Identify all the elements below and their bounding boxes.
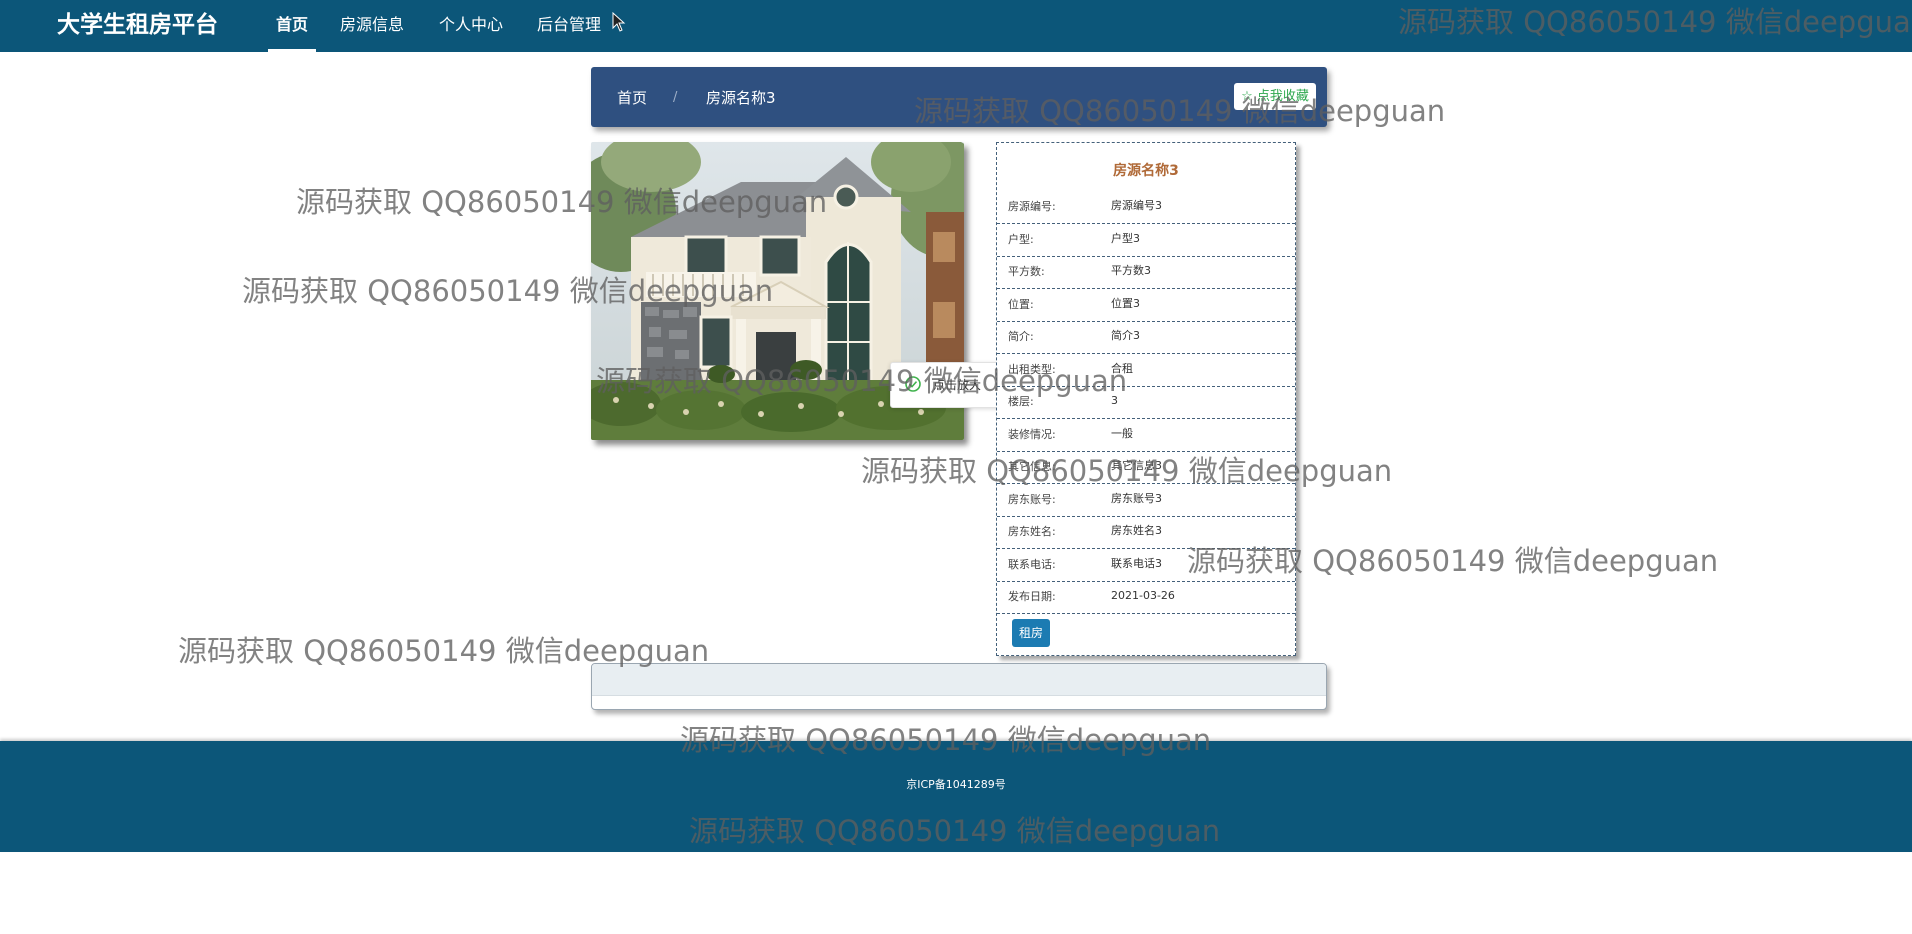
nav-listings[interactable]: 房源信息 [340,14,404,36]
detail-value: 位置3 [1111,297,1140,310]
page-footer: 京ICP备1041289号 [0,741,1912,852]
detail-value: 房源编号3 [1111,199,1162,212]
detail-value: 一般 [1111,427,1133,440]
detail-label: 户型: [1008,233,1034,246]
nav-profile[interactable]: 个人中心 [439,14,503,36]
detail-label: 其它信息: [1008,460,1056,473]
detail-row: 联系电话: 联系电话3 [997,549,1295,582]
property-detail-card: 房源名称3 房源编号: 房源编号3 户型: 户型3 平方数: 平方数3 位置: … [996,142,1296,656]
detail-label: 出租类型: [1008,363,1056,376]
detail-label: 楼层: [1008,395,1034,408]
property-title: 房源名称3 [1113,163,1179,179]
nav-home[interactable]: 首页 [276,14,308,36]
footer-icp: 京ICP备1041289号 [906,778,1006,791]
detail-value: 其它信息3 [1111,459,1162,472]
detail-value: 3 [1111,394,1118,407]
detail-value: 2021-03-26 [1111,589,1175,602]
success-check-icon [905,376,921,392]
detail-value: 房东账号3 [1111,492,1162,505]
detail-label: 联系电话: [1008,558,1056,571]
detail-row: 简介: 简介3 [997,321,1295,354]
mouse-cursor-icon [612,12,626,32]
detail-row: 发布日期: 2021-03-26 [997,581,1295,614]
detail-label: 平方数: [1008,265,1045,278]
breadcrumb-separator: / [673,90,678,105]
detail-label: 简介: [1008,330,1034,343]
detail-row: 房东姓名: 房东姓名3 [997,516,1295,549]
top-navbar: 大学生租房平台 首页 房源信息 个人中心 后台管理 [0,0,1912,52]
comment-panel [591,663,1327,710]
detail-value: 简介3 [1111,329,1140,342]
favorite-button[interactable]: ☆ 点我收藏 [1234,83,1316,110]
detail-row: 平方数: 平方数3 [997,256,1295,289]
comment-panel-header [592,664,1326,696]
detail-row: 位置: 位置3 [997,289,1295,322]
detail-label: 位置: [1008,298,1034,311]
detail-label: 装修情况: [1008,428,1056,441]
detail-value: 平方数3 [1111,264,1151,277]
detail-label: 发布日期: [1008,590,1056,603]
breadcrumb-current: 房源名称3 [706,89,776,107]
detail-row: 出租类型: 合租 [997,354,1295,387]
detail-row: 其它信息: 其它信息3 [997,451,1295,484]
tooltip-text: 点击放大 [933,378,982,392]
nav-active-indicator [268,49,316,52]
detail-row: 房东账号: 房东账号3 [997,484,1295,517]
nav-admin[interactable]: 后台管理 [537,14,601,36]
detail-row: 房源编号: 房源编号3 [997,191,1295,224]
detail-row: 装修情况: 一般 [997,419,1295,452]
detail-label: 房东姓名: [1008,525,1056,538]
breadcrumb-home[interactable]: 首页 [617,89,647,107]
detail-value: 联系电话3 [1111,557,1162,570]
rent-button[interactable]: 租房 [1012,619,1050,647]
site-brand[interactable]: 大学生租房平台 [57,10,218,40]
detail-row: 户型: 户型3 [997,224,1295,257]
detail-value: 房东姓名3 [1111,524,1162,537]
detail-value: 户型3 [1111,232,1140,245]
detail-label: 房东账号: [1008,493,1056,506]
breadcrumb: 首页 / 房源名称3 ☆ 点我收藏 [591,67,1327,127]
detail-row: 楼层: 3 [997,386,1295,419]
detail-value: 合租 [1111,362,1133,375]
detail-label: 房源编号: [1008,200,1056,213]
